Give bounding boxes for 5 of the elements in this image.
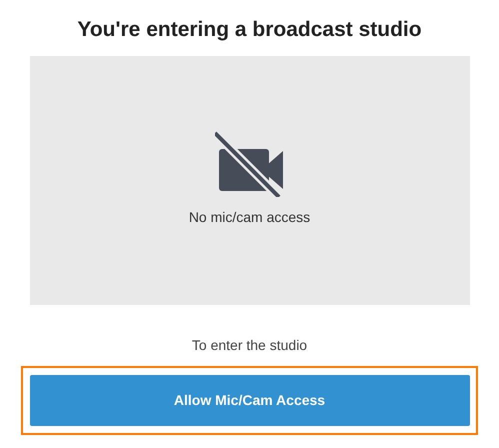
status-text: No mic/cam access [188,208,310,226]
page-title: You're entering a broadcast studio [77,17,422,43]
allow-access-button[interactable]: Allow Mic/Cam Access [30,374,470,426]
prompt-text: To enter the studio [192,336,308,354]
camera-off-icon [214,128,284,196]
